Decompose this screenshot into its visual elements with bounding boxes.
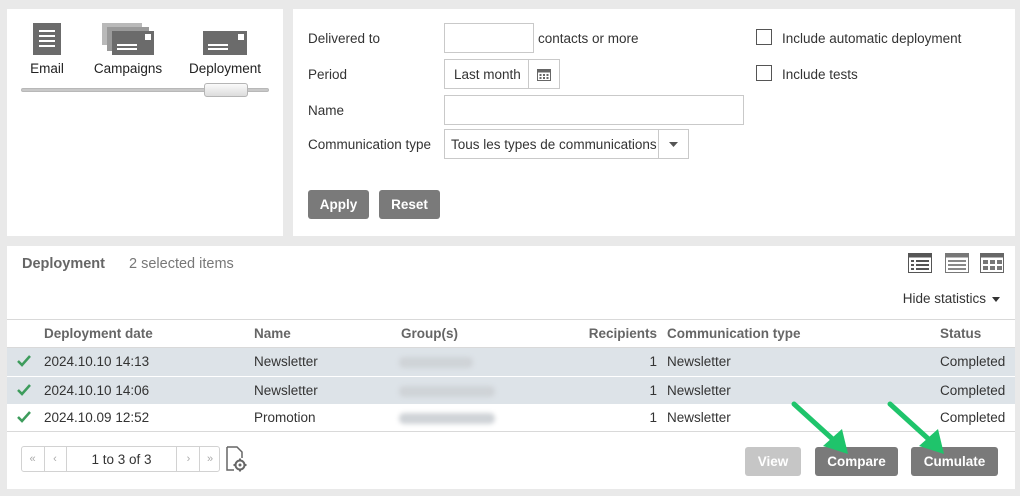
table-row[interactable]: 2024.10.10 14:06 Newsletter 1 Newsletter… — [7, 376, 1015, 404]
cell-status: Completed — [940, 354, 1006, 369]
hide-statistics-label: Hide statistics — [902, 291, 986, 306]
view-type-deployment[interactable]: Deployment — [185, 23, 265, 76]
col-deployment-date[interactable]: Deployment date — [44, 326, 153, 341]
results-panel: Deployment 2 selected items Hide statist… — [7, 246, 1015, 489]
table-row[interactable]: 2024.10.10 14:13 Newsletter 1 Newsletter… — [7, 348, 1015, 376]
check-icon — [17, 355, 31, 367]
filter-panel: Delivered to contacts or more Period Las… — [293, 9, 1015, 236]
reset-button[interactable]: Reset — [379, 190, 440, 219]
blurred-group — [399, 386, 495, 397]
view-type-campaigns-label: Campaigns — [93, 61, 163, 76]
col-communication-type[interactable]: Communication type — [667, 326, 801, 341]
include-tests-checkbox[interactable] — [756, 65, 772, 81]
deployment-icon — [203, 31, 247, 55]
communication-type-select[interactable]: Tous les types de communications — [444, 129, 689, 159]
results-title: Deployment — [22, 256, 105, 272]
chevron-down-icon[interactable] — [658, 130, 688, 158]
name-label: Name — [308, 103, 345, 118]
email-icon — [33, 23, 61, 55]
table-row[interactable]: 2024.10.09 12:52 Promotion 1 Newsletter … — [7, 404, 1015, 432]
period-label: Period — [308, 67, 348, 82]
delivered-to-suffix: contacts or more — [538, 31, 639, 46]
cell-comm-type: Newsletter — [667, 410, 731, 425]
delivered-to-label: Delivered to — [308, 31, 381, 46]
calendar-icon[interactable] — [528, 60, 559, 88]
col-groups[interactable]: Group(s) — [401, 326, 458, 341]
communication-type-value: Tous les types de communications — [451, 137, 657, 152]
delivered-to-input[interactable] — [444, 23, 534, 53]
campaigns-icon — [102, 23, 154, 55]
caret-down-icon — [992, 296, 1000, 302]
view-type-email-label: Email — [30, 61, 64, 76]
view-type-slider-handle[interactable] — [204, 83, 248, 97]
selected-count: 2 selected items — [129, 256, 234, 272]
annotation-arrow-compare — [791, 401, 848, 454]
check-icon — [17, 384, 31, 396]
next-page-icon[interactable]: › — [178, 447, 199, 471]
apply-button[interactable]: Apply — [308, 190, 369, 219]
cell-name: Newsletter — [254, 354, 318, 369]
pager-text: 1 to 3 of 3 — [66, 447, 177, 471]
cell-name: Promotion — [254, 410, 316, 425]
communication-type-label: Communication type — [308, 137, 432, 152]
cell-status: Completed — [940, 383, 1006, 398]
grid-view-icon[interactable] — [980, 253, 1004, 273]
name-input[interactable] — [444, 95, 744, 125]
period-select[interactable]: Last month — [444, 59, 560, 89]
view-type-campaigns[interactable]: Campaigns — [88, 23, 168, 76]
previous-page-icon[interactable]: ‹ — [44, 447, 65, 471]
blurred-group — [399, 413, 495, 424]
check-icon — [17, 411, 31, 423]
detailed-list-view-icon[interactable] — [908, 253, 932, 273]
view-type-panel: Email Campaigns Deployment — [7, 9, 283, 236]
col-status[interactable]: Status — [940, 326, 981, 341]
col-recipients[interactable]: Recipients — [589, 326, 657, 341]
view-type-deployment-label: Deployment — [188, 61, 262, 76]
annotation-arrow-cumulate — [887, 401, 944, 454]
include-tests-label: Include tests — [782, 67, 858, 82]
cell-comm-type: Newsletter — [667, 354, 731, 369]
compact-list-view-icon[interactable] — [945, 253, 969, 273]
cell-name: Newsletter — [254, 383, 318, 398]
pagination: « ‹ 1 to 3 of 3 › » — [21, 446, 220, 472]
cell-recipients: 1 — [649, 354, 657, 369]
col-name[interactable]: Name — [254, 326, 291, 341]
cell-date: 2024.10.10 14:06 — [44, 383, 150, 398]
cell-recipients: 1 — [649, 410, 657, 425]
period-value: Last month — [454, 67, 521, 82]
page-settings-icon[interactable] — [225, 446, 247, 472]
hide-statistics-toggle[interactable]: Hide statistics — [903, 291, 1000, 306]
cell-date: 2024.10.10 14:13 — [44, 354, 150, 369]
first-page-icon[interactable]: « — [22, 447, 43, 471]
cell-recipients: 1 — [649, 383, 657, 398]
last-page-icon[interactable]: » — [199, 447, 220, 471]
include-automatic-label: Include automatic deployment — [782, 31, 962, 46]
cell-date: 2024.10.09 12:52 — [44, 410, 150, 425]
blurred-group — [399, 357, 473, 368]
cell-comm-type: Newsletter — [667, 383, 731, 398]
view-type-email[interactable]: Email — [7, 23, 87, 76]
table-header: Deployment date Name Group(s) Recipients… — [7, 319, 1015, 348]
include-automatic-checkbox[interactable] — [756, 29, 772, 45]
